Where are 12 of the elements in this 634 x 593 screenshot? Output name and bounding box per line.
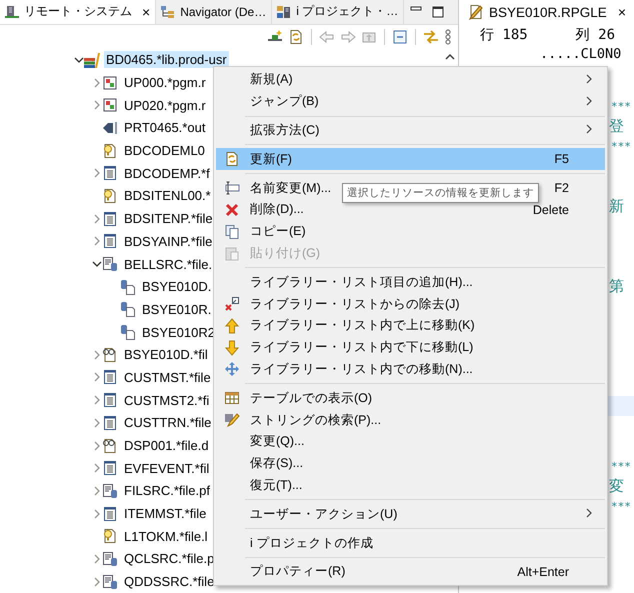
code-line: 新 — [609, 196, 624, 216]
column-indicator: 列 26 — [576, 26, 616, 44]
ruler-text: .....CL0N0 — [540, 46, 622, 62]
code-line: 登 — [609, 116, 624, 136]
code-line: *** — [611, 458, 631, 474]
code-line: *** — [611, 138, 631, 154]
code-line: *** — [611, 498, 631, 514]
code-line: *** — [611, 98, 631, 114]
code-line: 第 — [609, 276, 624, 296]
line-indicator: 行 185 — [480, 26, 528, 44]
tooltip: 選択したリソースの情報を更新します — [342, 183, 539, 203]
code-line: 変 — [609, 476, 624, 496]
